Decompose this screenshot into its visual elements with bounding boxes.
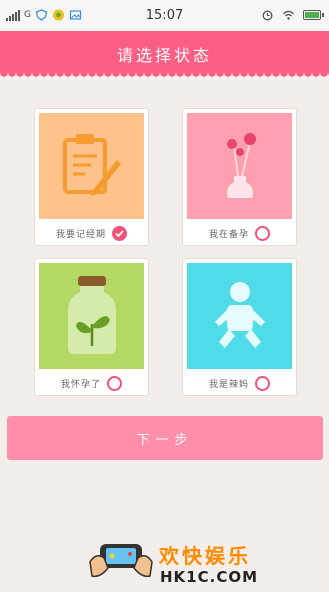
app-header: 请选择状态	[0, 31, 329, 73]
option-card-trying-to-conceive[interactable]: 我在备孕	[182, 108, 297, 246]
watermark-url: HK1C.COM	[160, 568, 259, 586]
option-label: 我怀孕了	[60, 379, 101, 390]
radio-unchecked-icon[interactable]	[255, 375, 270, 391]
radio-unchecked-icon[interactable]	[107, 375, 122, 391]
header-scallop-edge	[0, 73, 329, 81]
clipboard-pencil-icon	[62, 134, 121, 196]
option-row: 我是辣妈	[183, 372, 296, 394]
option-tile	[187, 263, 292, 369]
baby-icon	[214, 282, 265, 348]
option-label: 我要记经期	[55, 229, 106, 240]
radio-unchecked-icon[interactable]	[255, 225, 270, 241]
watermark-logo: 欢快娱乐 HK1C.COM	[86, 532, 259, 590]
wifi-icon	[283, 10, 294, 20]
option-tile	[39, 263, 144, 369]
option-label: 我是辣妈	[208, 379, 249, 390]
battery-icon	[303, 10, 324, 20]
radio-checked-icon[interactable]	[112, 225, 127, 241]
option-card-period[interactable]: 我要记经期	[34, 108, 149, 246]
option-card-new-mom[interactable]: 我是辣妈	[182, 258, 297, 396]
option-row: 我怀孕了	[35, 372, 148, 394]
option-label: 我在备孕	[208, 229, 249, 240]
watermark-title: 欢快娱乐	[159, 544, 251, 568]
option-tile	[39, 113, 144, 219]
page-title: 请选择状态	[116, 46, 212, 65]
status-bar: G 15:07	[0, 0, 329, 31]
battery-level	[305, 12, 319, 18]
game-controller-hands-icon	[89, 544, 153, 578]
next-step-button[interactable]: 下一步	[7, 416, 323, 460]
option-card-pregnant[interactable]: 我怀孕了	[34, 258, 149, 396]
alarm-icon	[262, 10, 273, 21]
sprout-jar-icon	[67, 276, 116, 354]
flower-vase-icon	[226, 133, 256, 198]
status-icons-right	[261, 9, 324, 21]
option-tile	[187, 113, 292, 219]
option-row: 我要记经期	[35, 222, 148, 244]
option-row: 我在备孕	[183, 222, 296, 244]
